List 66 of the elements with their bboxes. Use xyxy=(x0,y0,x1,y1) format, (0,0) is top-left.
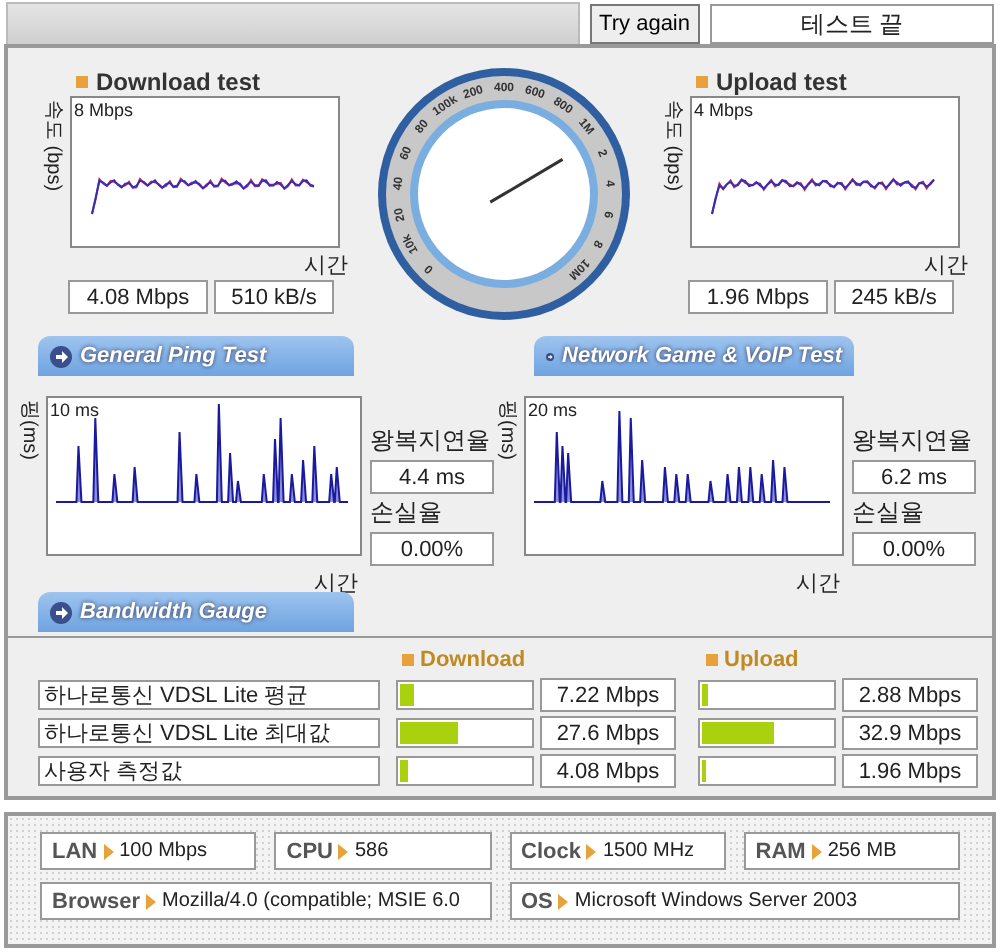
rate-value: 1.96 Mbps xyxy=(688,280,828,314)
scale-label: 20 ms xyxy=(528,400,578,420)
rate-value: 4.08 Mbps xyxy=(68,280,208,314)
speed-value: 4.08 Mbps xyxy=(540,754,676,788)
connection-name: 하나로통신 VDSL Lite 평균 xyxy=(38,680,380,710)
section-tab[interactable]: Network Game & VoIP Test xyxy=(534,336,854,376)
loss-label: 손실율 xyxy=(370,496,444,530)
arrow-icon xyxy=(103,843,114,859)
info-label: LAN xyxy=(52,839,98,863)
status-field: 테스트 끝 xyxy=(710,4,994,44)
column-header: Upload xyxy=(724,648,799,672)
speed-value: 7.22 Mbps xyxy=(540,678,676,712)
latency-label: 왕복지연율 xyxy=(370,424,492,458)
info-label: OS xyxy=(521,889,553,913)
bullet-icon xyxy=(696,76,708,88)
section-tab[interactable]: Bandwidth Gauge xyxy=(38,592,354,632)
latency-value: 4.4 ms xyxy=(370,460,494,494)
connection-name: 사용자 측정값 xyxy=(38,756,380,786)
arrow-icon xyxy=(586,843,597,859)
info-label: CPU xyxy=(286,839,333,863)
info-value: 586 xyxy=(354,840,389,862)
arrow-icon xyxy=(811,843,822,859)
info-value: Mozilla/4.0 (compatible; MSIE 6.0 xyxy=(162,890,460,912)
arrow-icon xyxy=(338,843,349,859)
info-value: Microsoft Windows Server 2003 xyxy=(574,890,858,912)
bytes-value: 245 kB/s xyxy=(834,280,954,314)
connection-name: 하나로통신 VDSL Lite 최대값 xyxy=(38,718,380,748)
axis-label: 시간 xyxy=(314,570,358,598)
speed-value: 2.88 Mbps xyxy=(842,678,978,712)
axis-label: 속도 (bps) xyxy=(660,100,686,192)
axis-label: 속도 (bps) xyxy=(40,100,66,192)
axis-label: 시간 xyxy=(796,570,840,598)
scale-label: 4 Mbps xyxy=(694,100,754,120)
panel-title: Upload test xyxy=(716,68,847,96)
info-label: RAM xyxy=(755,839,806,863)
speed-value: 32.9 Mbps xyxy=(842,716,978,750)
info-value: 256 MB xyxy=(827,840,897,862)
panel-title: Download test xyxy=(96,68,261,96)
latency-label: 왕복지연율 xyxy=(852,424,974,458)
loss-label: 손실율 xyxy=(852,496,926,530)
loss-value: 0.00% xyxy=(852,532,976,566)
scale-label: 10 ms xyxy=(50,400,100,420)
bullet-icon xyxy=(706,654,718,666)
bullet-icon xyxy=(76,76,88,88)
axis-label: 핑(ms) xyxy=(494,400,520,460)
arrow-circle-icon xyxy=(50,345,72,367)
info-value: 1500 MHz xyxy=(602,840,695,862)
bytes-value: 510 kB/s xyxy=(214,280,334,314)
section-tab[interactable]: General Ping Test xyxy=(38,336,354,376)
axis-label: 시간 xyxy=(924,252,968,280)
arrow-icon xyxy=(558,893,569,909)
scale-label: 8 Mbps xyxy=(74,100,134,120)
bullet-icon xyxy=(402,654,414,666)
info-label: Browser xyxy=(52,889,141,913)
info-value: 100 Mbps xyxy=(119,840,208,862)
info-label: Clock xyxy=(521,839,581,863)
try-again-button[interactable]: Try again xyxy=(589,4,700,44)
axis-label: 시간 xyxy=(304,252,348,280)
arrow-circle-icon xyxy=(50,601,72,623)
loss-value: 0.00% xyxy=(370,532,494,566)
arrow-icon xyxy=(146,893,157,909)
column-header: Download xyxy=(420,648,526,672)
speed-value: 27.6 Mbps xyxy=(540,716,676,750)
axis-label: 핑(ms) xyxy=(16,400,42,460)
latency-value: 6.2 ms xyxy=(852,460,976,494)
speed-value: 1.96 Mbps xyxy=(842,754,978,788)
